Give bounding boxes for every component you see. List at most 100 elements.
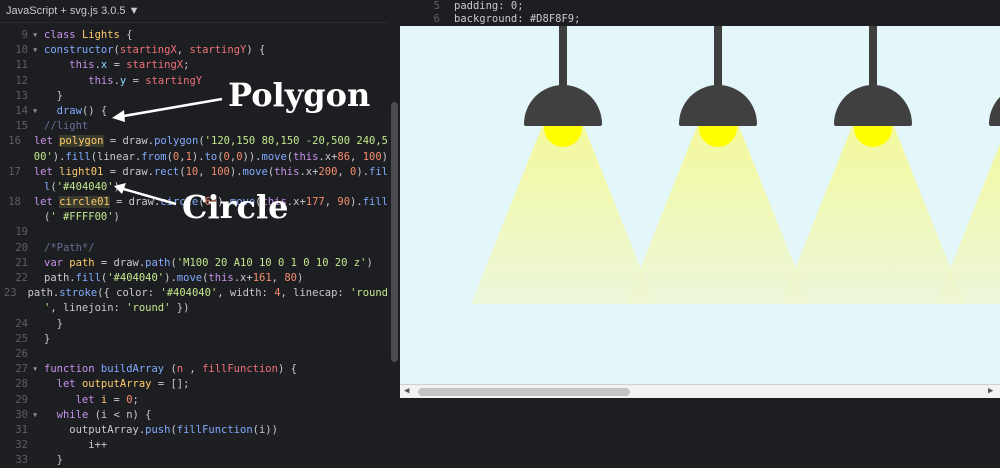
line-number: 29 <box>15 393 28 406</box>
fold-toggle[interactable]: ▾ <box>32 43 44 58</box>
css-line: 5 padding: 0; <box>433 0 524 12</box>
line-number: 22 <box>15 272 28 284</box>
code-text[interactable]: /*Path*/ <box>44 241 95 256</box>
code-text[interactable]: path.fill('#404040').move(this.x+161, 80… <box>44 271 303 286</box>
fold-toggle <box>32 58 44 73</box>
code-text[interactable]: } <box>44 317 63 332</box>
fold-toggle <box>32 241 44 256</box>
code-text[interactable]: this.y = startingY <box>44 74 202 89</box>
code-line[interactable]: 10 ▾ constructor(startingX, startingY) { <box>0 43 388 58</box>
line-number: 19 <box>15 226 28 239</box>
fold-toggle[interactable]: ▾ <box>32 362 44 377</box>
code-text[interactable]: function buildArray (n , fillFunction) { <box>44 362 297 377</box>
code-text[interactable]: let i = 0; <box>44 393 139 408</box>
preview-pane[interactable]: 5 padding: 0; 6 background: #D8F8F9; ◀ ▶ <box>400 0 1000 406</box>
fold-toggle <box>32 393 44 408</box>
css-editor-peek[interactable]: 5 padding: 0; 6 background: #D8F8F9; <box>400 0 1000 26</box>
code-text[interactable]: } <box>44 453 63 468</box>
fold-toggle <box>25 195 34 210</box>
lamp-cord <box>559 26 567 92</box>
fold-toggle <box>32 271 44 286</box>
code-text[interactable]: } <box>44 332 50 347</box>
line-number: 12 <box>15 74 28 87</box>
vertical-scrollbar[interactable] <box>389 22 400 406</box>
code-line[interactable]: 24 } <box>0 317 388 332</box>
line-number: 23 <box>3 287 17 300</box>
code-text[interactable]: //light <box>44 119 88 134</box>
line-number <box>0 150 25 165</box>
code-line[interactable]: 29 let i = 0; <box>0 393 388 408</box>
polygon-annotation: Polygon <box>228 76 371 114</box>
code-line[interactable]: ', linejoin: 'round' }) <box>0 301 388 316</box>
scrollbar-thumb[interactable] <box>391 102 398 362</box>
code-line[interactable]: 00').fill(linear.from(0,1).to(0,0)).move… <box>0 150 388 165</box>
code-text[interactable]: class Lights { <box>44 28 133 43</box>
fold-toggle[interactable]: ▾ <box>32 408 44 423</box>
code-line[interactable]: 21 var path = draw.path('M100 20 A10 10 0… <box>0 256 388 271</box>
scroll-left-arrow[interactable]: ◀ <box>404 386 409 396</box>
code-text[interactable]: var path = draw.path('M100 20 A10 10 0 1… <box>44 256 373 271</box>
code-line[interactable]: 23 path.stroke({ color: '#404040', width:… <box>0 286 388 301</box>
fold-toggle <box>32 74 44 89</box>
line-number: 27 <box>15 363 28 376</box>
code-line[interactable]: 20 /*Path*/ <box>0 241 388 256</box>
lamp-shade-path <box>834 85 912 126</box>
scrollbar-thumb[interactable] <box>418 388 630 396</box>
code-line[interactable]: 16 let polygon = draw.polygon('120,150 80… <box>0 134 388 149</box>
language-label[interactable]: JavaScript + svg.js 3.0.5 ▼ <box>6 5 139 17</box>
code-text[interactable]: while (i < n) { <box>44 408 152 423</box>
fold-toggle <box>32 119 44 134</box>
code-line[interactable]: 15 //light <box>0 119 388 134</box>
code-line[interactable]: 31 outputArray.push(fillFunction(i)) <box>0 423 388 438</box>
lamp-shade-path <box>524 85 602 126</box>
fold-toggle <box>32 332 44 347</box>
code-text[interactable]: (' #FFFF00') <box>44 210 120 225</box>
code-text[interactable]: draw() { <box>44 104 108 119</box>
code-line[interactable]: 33 } <box>0 453 388 468</box>
code-text[interactable]: } <box>44 89 63 104</box>
code-line[interactable]: 28 let outputArray = []; <box>0 377 388 392</box>
code-line[interactable]: 17 let light01 = draw.rect(10, 100).move(… <box>0 165 388 180</box>
fold-toggle[interactable]: ▾ <box>32 28 44 43</box>
fold-toggle <box>32 377 44 392</box>
code-text[interactable]: let outputArray = []; <box>44 377 190 392</box>
code-line[interactable]: 27 ▾ function buildArray (n , fillFunction… <box>0 362 388 377</box>
code-line[interactable]: 30 ▾ while (i < n) { <box>0 408 388 423</box>
fold-toggle <box>21 286 28 301</box>
code-line[interactable]: 32 i++ <box>0 438 388 453</box>
line-number: 14 <box>15 104 28 117</box>
code-text[interactable]: 00').fill(linear.from(0,1).to(0,0)).move… <box>34 150 388 165</box>
fold-toggle[interactable]: ▾ <box>32 104 44 119</box>
code-text[interactable]: outputArray.push(fillFunction(i)) <box>44 423 278 438</box>
code-text[interactable]: let light01 = draw.rect(10, 100).move(th… <box>34 165 388 180</box>
code-line[interactable]: 19 <box>0 225 388 240</box>
fold-toggle <box>25 165 34 180</box>
code-text[interactable]: i++ <box>44 438 107 453</box>
code-text[interactable]: this.x = startingX; <box>44 58 189 73</box>
code-text[interactable]: let polygon = draw.polygon('120,150 80,1… <box>34 134 388 149</box>
language-selector[interactable]: JavaScript + svg.js 3.0.5 ▼ <box>0 0 400 23</box>
line-number: 17 <box>8 165 21 178</box>
code-text[interactable]: constructor(startingX, startingY) { <box>44 43 265 58</box>
code-line[interactable]: 11 this.x = startingX; <box>0 58 388 73</box>
line-number: 32 <box>15 439 28 452</box>
fold-toggle <box>32 347 44 362</box>
code-line[interactable]: 26 <box>0 347 388 362</box>
css-line: 6 background: #D8F8F9; <box>433 13 581 25</box>
code-line[interactable]: 9 ▾ class Lights { <box>0 28 388 43</box>
lamp-cord <box>869 26 877 92</box>
line-number: 10 <box>15 44 28 57</box>
code-line[interactable]: 25} <box>0 332 388 347</box>
fold-toggle <box>32 301 44 316</box>
code-line[interactable]: 22 path.fill('#404040').move(this.x+161, … <box>0 271 388 286</box>
code-text[interactable]: path.stroke({ color: '#404040', width: 4… <box>28 286 388 301</box>
line-number: 16 <box>8 135 21 148</box>
horizontal-scrollbar[interactable]: ◀ ▶ <box>400 384 1000 399</box>
line-number <box>0 301 32 316</box>
light-beam-polygon <box>471 124 655 304</box>
light-beam-polygon <box>781 124 965 304</box>
code-text[interactable]: ', linejoin: 'round' }) <box>44 301 189 316</box>
code-editor-pane[interactable]: JavaScript + svg.js 3.0.5 ▼ 9 ▾ class Ligh… <box>0 0 400 466</box>
code-text[interactable]: l('#404040') <box>44 180 120 195</box>
scroll-right-arrow[interactable]: ▶ <box>988 386 993 396</box>
